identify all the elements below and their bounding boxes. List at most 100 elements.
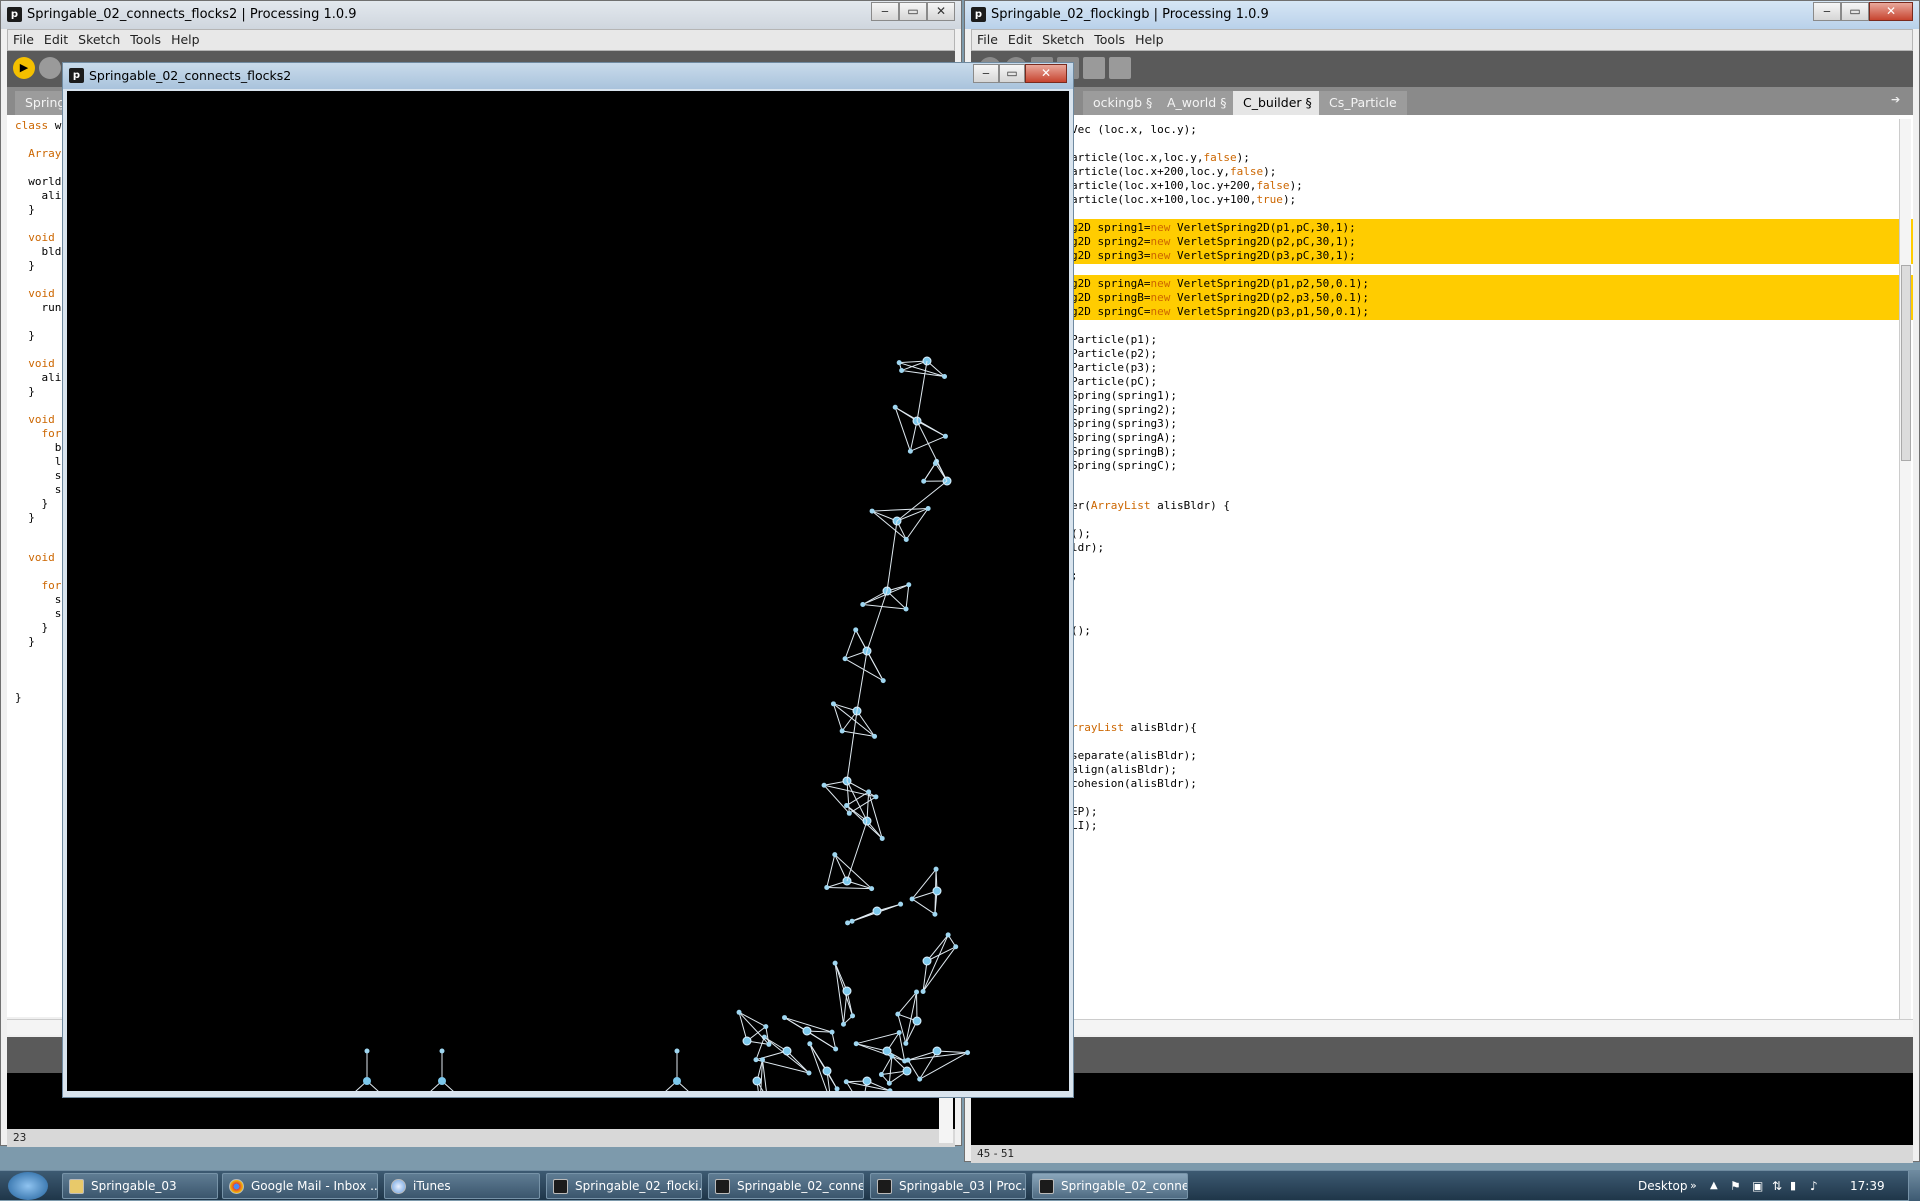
maximize-icon[interactable]: ▭ xyxy=(1841,2,1869,21)
close-icon[interactable]: ✕ xyxy=(927,2,955,21)
particle-node xyxy=(889,1054,894,1059)
tray-volume-icon[interactable]: ♪ xyxy=(1810,1171,1818,1201)
menu-edit[interactable]: Edit xyxy=(39,30,73,50)
tab-label: C_builder § xyxy=(1243,95,1312,110)
stop-icon[interactable] xyxy=(39,57,61,79)
spring-builder xyxy=(870,506,931,542)
left-menubar: File Edit Sketch Tools Help xyxy=(7,29,955,51)
menu-edit[interactable]: Edit xyxy=(1003,30,1037,50)
menu-sketch[interactable]: Sketch xyxy=(73,30,125,50)
particle-node xyxy=(824,885,829,890)
menu-file[interactable]: File xyxy=(8,30,39,50)
taskbar-item-label: Google Mail - Inbox ... xyxy=(251,1179,378,1193)
particle-node xyxy=(843,656,848,661)
floor-builder xyxy=(418,1049,467,1092)
spring-builder xyxy=(897,357,947,379)
sketch-canvas[interactable] xyxy=(67,91,1069,1091)
tray-sync-icon[interactable]: ⇅ xyxy=(1772,1171,1782,1201)
export-icon[interactable] xyxy=(1109,57,1131,79)
particle-node xyxy=(841,1022,846,1027)
desktop-toolbar-label[interactable]: Desktop xyxy=(1638,1171,1688,1201)
tray-network-icon[interactable]: ▮ xyxy=(1790,1171,1796,1201)
tab-a-world[interactable]: A_world § xyxy=(1157,91,1236,115)
particle-node xyxy=(840,728,845,733)
particle-node xyxy=(853,627,858,632)
taskbar-item-itunes[interactable]: iTunes xyxy=(384,1173,540,1199)
particle-node xyxy=(833,1047,838,1052)
tab-label: Spring xyxy=(25,95,65,110)
start-button-icon[interactable] xyxy=(8,1172,48,1200)
particle-node xyxy=(872,734,877,739)
maximize-icon[interactable]: ▭ xyxy=(999,64,1025,83)
floor-builder xyxy=(653,1049,702,1092)
save-icon[interactable] xyxy=(1083,57,1105,79)
particle-node xyxy=(737,1010,742,1015)
taskbar-item-springable-03-folder[interactable]: Springable_03 xyxy=(62,1173,218,1199)
menu-help[interactable]: Help xyxy=(166,30,205,50)
tray-show-hidden-icon[interactable]: ▲ xyxy=(1710,1171,1718,1201)
sketch-window-titlebar[interactable]: p Springable_02_connects_flocks2 ‒ ▭ ✕ xyxy=(63,63,1073,89)
tab-flockingb[interactable]: ockingb § xyxy=(1083,91,1162,115)
tray-device-icon[interactable]: ▣ xyxy=(1752,1171,1763,1201)
menu-tools[interactable]: Tools xyxy=(125,30,166,50)
right-window-title: Springable_02_flockingb | Processing 1.0… xyxy=(991,7,1269,22)
particle-node xyxy=(897,1030,902,1035)
spring-builder xyxy=(895,990,921,1046)
processing-icon xyxy=(1039,1179,1054,1194)
tab-menu-arrow-icon[interactable]: ➔ xyxy=(1891,93,1905,107)
particle-node xyxy=(906,582,911,587)
taskbar-item-google-mail[interactable]: Google Mail - Inbox ... xyxy=(222,1173,378,1199)
particle-node xyxy=(870,509,875,514)
particle-node xyxy=(845,920,850,925)
tray-flag-icon[interactable]: ⚑ xyxy=(1730,1171,1741,1201)
taskbar-item-springable-02-flocking[interactable]: Springable_02_flocki... xyxy=(546,1173,702,1199)
menu-file[interactable]: File xyxy=(972,30,1003,50)
menu-sketch[interactable]: Sketch xyxy=(1037,30,1089,50)
scroll-thumb[interactable] xyxy=(1901,265,1911,461)
right-window-controls: ‒ ▭ ✕ xyxy=(1813,2,1913,21)
taskbar-item-springable-02-connects-sketch[interactable]: Springable_02_conne... xyxy=(1032,1173,1188,1199)
right-vertical-scrollbar[interactable] xyxy=(1899,119,1911,1019)
left-window-titlebar[interactable]: p Springable_02_connects_flocks2 | Proce… xyxy=(1,1,961,29)
menu-tools[interactable]: Tools xyxy=(1089,30,1130,50)
spring-line xyxy=(863,604,906,609)
close-icon[interactable]: ✕ xyxy=(1025,64,1067,83)
maximize-icon[interactable]: ▭ xyxy=(899,2,927,21)
spring-line xyxy=(912,869,936,899)
right-horizontal-scrollbar[interactable] xyxy=(971,1019,1913,1035)
taskbar-item-springable-02-connects[interactable]: Springable_02_conne... xyxy=(708,1173,864,1199)
taskbar-item-label: Springable_03 xyxy=(91,1179,177,1193)
run-icon[interactable]: ▶ xyxy=(13,57,35,79)
spring-line xyxy=(739,1012,766,1026)
right-window-titlebar[interactable]: p Springable_02_flockingb | Processing 1… xyxy=(965,1,1919,29)
spring-line xyxy=(906,585,909,609)
minimize-icon[interactable]: ‒ xyxy=(973,64,999,83)
minimize-icon[interactable]: ‒ xyxy=(871,2,899,21)
particle-node xyxy=(833,961,838,966)
folder-icon xyxy=(69,1179,84,1194)
minimize-icon[interactable]: ‒ xyxy=(1813,2,1841,21)
itunes-icon xyxy=(391,1179,406,1194)
show-desktop-button[interactable] xyxy=(1908,1171,1920,1201)
particle-node xyxy=(881,678,886,683)
processing-icon xyxy=(553,1179,568,1194)
code-line: g2D spring3=new VerletSpring2D(p3,pC,30,… xyxy=(971,247,1913,264)
spring-builder xyxy=(845,902,903,926)
right-code-editor[interactable]: Vec (loc.x, loc.y);article(loc.x,loc.y,f… xyxy=(971,115,1913,1019)
menu-help[interactable]: Help xyxy=(1130,30,1169,50)
tab-cs-particle[interactable]: Cs_Particle xyxy=(1319,91,1407,115)
clock[interactable]: 17:39 xyxy=(1850,1171,1885,1201)
tab-c-builder[interactable]: C_builder § xyxy=(1233,91,1322,115)
chrome-icon xyxy=(229,1179,244,1194)
connector-line xyxy=(887,521,897,591)
particle-center-node xyxy=(673,1077,681,1085)
spring-builder xyxy=(879,1054,911,1086)
close-icon[interactable]: ✕ xyxy=(1869,2,1913,21)
particle-node xyxy=(365,1049,370,1054)
connector-line xyxy=(847,821,867,881)
particle-node xyxy=(908,449,913,454)
particle-center-node xyxy=(913,1017,921,1025)
taskbar-item-springable-03-processing[interactable]: Springable_03 | Proc... xyxy=(870,1173,1026,1199)
chevron-right-icon[interactable]: » xyxy=(1690,1171,1697,1201)
sketch-window-controls: ‒ ▭ ✕ xyxy=(973,64,1067,83)
